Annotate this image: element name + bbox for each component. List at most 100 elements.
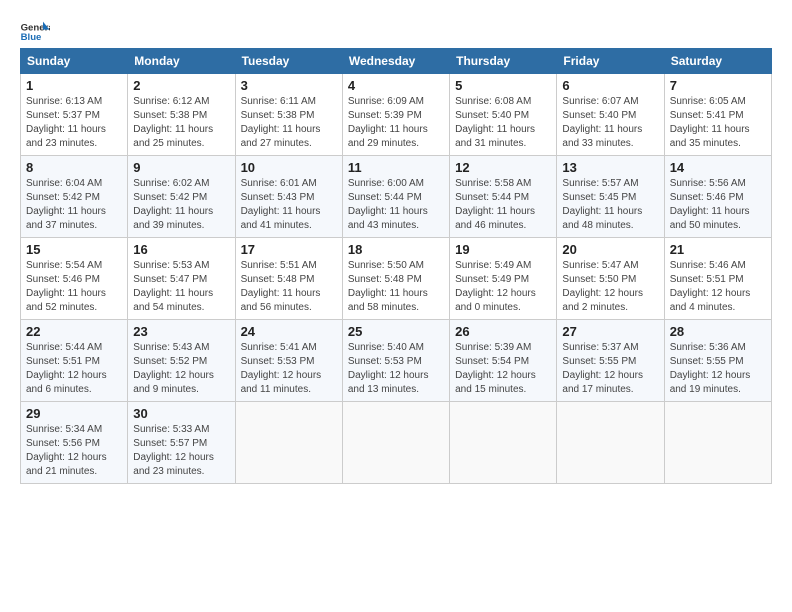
- day-number: 3: [241, 78, 337, 93]
- day-number: 27: [562, 324, 658, 339]
- week-row-3: 15 Sunrise: 5:54 AM Sunset: 5:46 PM Dayl…: [21, 238, 772, 320]
- calendar-cell: 4 Sunrise: 6:09 AM Sunset: 5:39 PM Dayli…: [342, 74, 449, 156]
- day-number: 21: [670, 242, 766, 257]
- day-info: Sunrise: 6:11 AM Sunset: 5:38 PM Dayligh…: [241, 95, 337, 151]
- week-row-4: 22 Sunrise: 5:44 AM Sunset: 5:51 PM Dayl…: [21, 320, 772, 402]
- calendar-cell: 24 Sunrise: 5:41 AM Sunset: 5:53 PM Dayl…: [235, 320, 342, 402]
- calendar-cell: [664, 402, 771, 484]
- week-row-1: 1 Sunrise: 6:13 AM Sunset: 5:37 PM Dayli…: [21, 74, 772, 156]
- calendar-cell: 18 Sunrise: 5:50 AM Sunset: 5:48 PM Dayl…: [342, 238, 449, 320]
- day-info: Sunrise: 5:50 AM Sunset: 5:48 PM Dayligh…: [348, 259, 444, 315]
- day-info: Sunrise: 5:37 AM Sunset: 5:55 PM Dayligh…: [562, 341, 658, 397]
- day-header-tuesday: Tuesday: [235, 49, 342, 74]
- day-number: 16: [133, 242, 229, 257]
- day-info: Sunrise: 5:56 AM Sunset: 5:46 PM Dayligh…: [670, 177, 766, 233]
- calendar-cell: 13 Sunrise: 5:57 AM Sunset: 5:45 PM Dayl…: [557, 156, 664, 238]
- day-info: Sunrise: 5:40 AM Sunset: 5:53 PM Dayligh…: [348, 341, 444, 397]
- calendar-cell: 3 Sunrise: 6:11 AM Sunset: 5:38 PM Dayli…: [235, 74, 342, 156]
- day-header-sunday: Sunday: [21, 49, 128, 74]
- day-number: 9: [133, 160, 229, 175]
- day-info: Sunrise: 6:13 AM Sunset: 5:37 PM Dayligh…: [26, 95, 122, 151]
- calendar-cell: 21 Sunrise: 5:46 AM Sunset: 5:51 PM Dayl…: [664, 238, 771, 320]
- day-number: 22: [26, 324, 122, 339]
- day-info: Sunrise: 5:51 AM Sunset: 5:48 PM Dayligh…: [241, 259, 337, 315]
- calendar-table: SundayMondayTuesdayWednesdayThursdayFrid…: [20, 48, 772, 484]
- day-info: Sunrise: 6:05 AM Sunset: 5:41 PM Dayligh…: [670, 95, 766, 151]
- calendar-cell: 1 Sunrise: 6:13 AM Sunset: 5:37 PM Dayli…: [21, 74, 128, 156]
- day-header-wednesday: Wednesday: [342, 49, 449, 74]
- calendar-cell: 16 Sunrise: 5:53 AM Sunset: 5:47 PM Dayl…: [128, 238, 235, 320]
- calendar-cell: 19 Sunrise: 5:49 AM Sunset: 5:49 PM Dayl…: [450, 238, 557, 320]
- calendar-cell: 2 Sunrise: 6:12 AM Sunset: 5:38 PM Dayli…: [128, 74, 235, 156]
- day-info: Sunrise: 6:12 AM Sunset: 5:38 PM Dayligh…: [133, 95, 229, 151]
- day-info: Sunrise: 5:34 AM Sunset: 5:56 PM Dayligh…: [26, 423, 122, 479]
- svg-text:Blue: Blue: [21, 32, 42, 43]
- day-number: 23: [133, 324, 229, 339]
- calendar-cell: 17 Sunrise: 5:51 AM Sunset: 5:48 PM Dayl…: [235, 238, 342, 320]
- day-number: 2: [133, 78, 229, 93]
- day-number: 24: [241, 324, 337, 339]
- calendar-cell: 9 Sunrise: 6:02 AM Sunset: 5:42 PM Dayli…: [128, 156, 235, 238]
- day-info: Sunrise: 6:09 AM Sunset: 5:39 PM Dayligh…: [348, 95, 444, 151]
- day-info: Sunrise: 6:08 AM Sunset: 5:40 PM Dayligh…: [455, 95, 551, 151]
- calendar-cell: 26 Sunrise: 5:39 AM Sunset: 5:54 PM Dayl…: [450, 320, 557, 402]
- calendar-cell: 29 Sunrise: 5:34 AM Sunset: 5:56 PM Dayl…: [21, 402, 128, 484]
- day-info: Sunrise: 5:57 AM Sunset: 5:45 PM Dayligh…: [562, 177, 658, 233]
- day-info: Sunrise: 5:53 AM Sunset: 5:47 PM Dayligh…: [133, 259, 229, 315]
- calendar-cell: [450, 402, 557, 484]
- day-info: Sunrise: 5:46 AM Sunset: 5:51 PM Dayligh…: [670, 259, 766, 315]
- day-number: 19: [455, 242, 551, 257]
- day-info: Sunrise: 5:39 AM Sunset: 5:54 PM Dayligh…: [455, 341, 551, 397]
- calendar-cell: [557, 402, 664, 484]
- day-number: 5: [455, 78, 551, 93]
- calendar-cell: 7 Sunrise: 6:05 AM Sunset: 5:41 PM Dayli…: [664, 74, 771, 156]
- day-number: 1: [26, 78, 122, 93]
- calendar-cell: 12 Sunrise: 5:58 AM Sunset: 5:44 PM Dayl…: [450, 156, 557, 238]
- calendar-cell: 28 Sunrise: 5:36 AM Sunset: 5:55 PM Dayl…: [664, 320, 771, 402]
- week-row-2: 8 Sunrise: 6:04 AM Sunset: 5:42 PM Dayli…: [21, 156, 772, 238]
- calendar-cell: 27 Sunrise: 5:37 AM Sunset: 5:55 PM Dayl…: [557, 320, 664, 402]
- day-info: Sunrise: 5:49 AM Sunset: 5:49 PM Dayligh…: [455, 259, 551, 315]
- calendar-cell: [342, 402, 449, 484]
- day-info: Sunrise: 5:54 AM Sunset: 5:46 PM Dayligh…: [26, 259, 122, 315]
- day-number: 29: [26, 406, 122, 421]
- day-info: Sunrise: 6:00 AM Sunset: 5:44 PM Dayligh…: [348, 177, 444, 233]
- day-number: 11: [348, 160, 444, 175]
- calendar-cell: 25 Sunrise: 5:40 AM Sunset: 5:53 PM Dayl…: [342, 320, 449, 402]
- calendar-cell: 8 Sunrise: 6:04 AM Sunset: 5:42 PM Dayli…: [21, 156, 128, 238]
- day-number: 28: [670, 324, 766, 339]
- calendar-cell: 10 Sunrise: 6:01 AM Sunset: 5:43 PM Dayl…: [235, 156, 342, 238]
- day-number: 6: [562, 78, 658, 93]
- day-number: 15: [26, 242, 122, 257]
- day-number: 13: [562, 160, 658, 175]
- day-header-saturday: Saturday: [664, 49, 771, 74]
- calendar-cell: 6 Sunrise: 6:07 AM Sunset: 5:40 PM Dayli…: [557, 74, 664, 156]
- calendar-cell: [235, 402, 342, 484]
- day-header-monday: Monday: [128, 49, 235, 74]
- calendar-cell: 5 Sunrise: 6:08 AM Sunset: 5:40 PM Dayli…: [450, 74, 557, 156]
- day-number: 25: [348, 324, 444, 339]
- day-number: 30: [133, 406, 229, 421]
- page-header: General Blue: [20, 20, 772, 44]
- day-info: Sunrise: 5:44 AM Sunset: 5:51 PM Dayligh…: [26, 341, 122, 397]
- day-info: Sunrise: 5:47 AM Sunset: 5:50 PM Dayligh…: [562, 259, 658, 315]
- day-info: Sunrise: 5:33 AM Sunset: 5:57 PM Dayligh…: [133, 423, 229, 479]
- day-number: 14: [670, 160, 766, 175]
- calendar-cell: 14 Sunrise: 5:56 AM Sunset: 5:46 PM Dayl…: [664, 156, 771, 238]
- day-info: Sunrise: 5:58 AM Sunset: 5:44 PM Dayligh…: [455, 177, 551, 233]
- day-number: 20: [562, 242, 658, 257]
- day-number: 8: [26, 160, 122, 175]
- day-header-friday: Friday: [557, 49, 664, 74]
- day-info: Sunrise: 6:01 AM Sunset: 5:43 PM Dayligh…: [241, 177, 337, 233]
- logo: General Blue: [20, 20, 50, 44]
- day-number: 10: [241, 160, 337, 175]
- day-number: 17: [241, 242, 337, 257]
- day-number: 26: [455, 324, 551, 339]
- day-header-thursday: Thursday: [450, 49, 557, 74]
- day-number: 18: [348, 242, 444, 257]
- day-info: Sunrise: 6:04 AM Sunset: 5:42 PM Dayligh…: [26, 177, 122, 233]
- calendar-cell: 23 Sunrise: 5:43 AM Sunset: 5:52 PM Dayl…: [128, 320, 235, 402]
- week-row-5: 29 Sunrise: 5:34 AM Sunset: 5:56 PM Dayl…: [21, 402, 772, 484]
- day-info: Sunrise: 5:43 AM Sunset: 5:52 PM Dayligh…: [133, 341, 229, 397]
- calendar-cell: 11 Sunrise: 6:00 AM Sunset: 5:44 PM Dayl…: [342, 156, 449, 238]
